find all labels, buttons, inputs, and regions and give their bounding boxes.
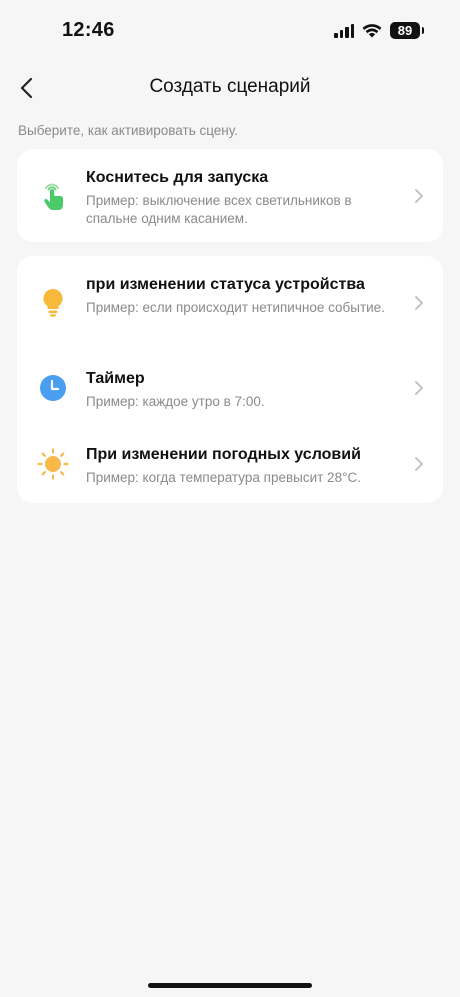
status-icons: 89 — [334, 22, 424, 39]
automation-trigger-card: при изменении статуса устройства Пример:… — [17, 256, 443, 503]
chevron-right-icon — [415, 381, 423, 395]
status-time: 12:46 — [62, 19, 115, 41]
tap-to-run-title: Коснитесь для запуска — [86, 169, 269, 186]
wifi-icon — [362, 24, 382, 38]
weather-change-option[interactable]: При изменении погодных условий Пример: к… — [17, 426, 443, 503]
sun-icon — [37, 448, 69, 480]
page-subtitle: Выберите, как активировать сцену. — [18, 123, 238, 138]
page-title: Создать сценарий — [149, 76, 311, 97]
tap-to-run-option[interactable]: Коснитесь для запуска Пример: выключение… — [17, 149, 443, 242]
timer-option[interactable]: Таймер Пример: каждое утро в 7:00. — [17, 350, 443, 420]
lightbulb-icon — [43, 288, 63, 317]
chevron-right-icon — [415, 189, 423, 203]
chevron-right-icon — [415, 457, 423, 471]
tap-hand-icon — [44, 183, 63, 210]
timer-title: Таймер — [86, 370, 145, 387]
timer-desc: Пример: каждое утро в 7:00. — [86, 394, 265, 409]
cellular-signal-icon — [334, 23, 354, 38]
status-bar: 12:46 89 — [0, 0, 460, 62]
tap-to-run-desc: Пример: выключение всех светильников в с… — [86, 193, 352, 226]
device-status-desc: Пример: если происходит нетипичное событ… — [86, 300, 385, 315]
battery-icon: 89 — [390, 22, 424, 39]
clock-icon — [40, 375, 66, 401]
nav-bar: Создать сценарий — [0, 62, 460, 114]
device-status-option[interactable]: при изменении статуса устройства Пример:… — [17, 256, 443, 346]
weather-change-title: При изменении погодных условий — [86, 446, 361, 463]
create-scenario-screen: 12:46 89 Создать сценарий Выберите, как … — [0, 0, 460, 997]
weather-change-desc: Пример: когда температура превысит 28°C. — [86, 470, 361, 485]
device-status-title: при изменении статуса устройства — [86, 276, 365, 293]
home-indicator[interactable] — [148, 983, 312, 988]
manual-trigger-card: Коснитесь для запуска Пример: выключение… — [17, 149, 443, 242]
chevron-right-icon — [415, 296, 423, 310]
